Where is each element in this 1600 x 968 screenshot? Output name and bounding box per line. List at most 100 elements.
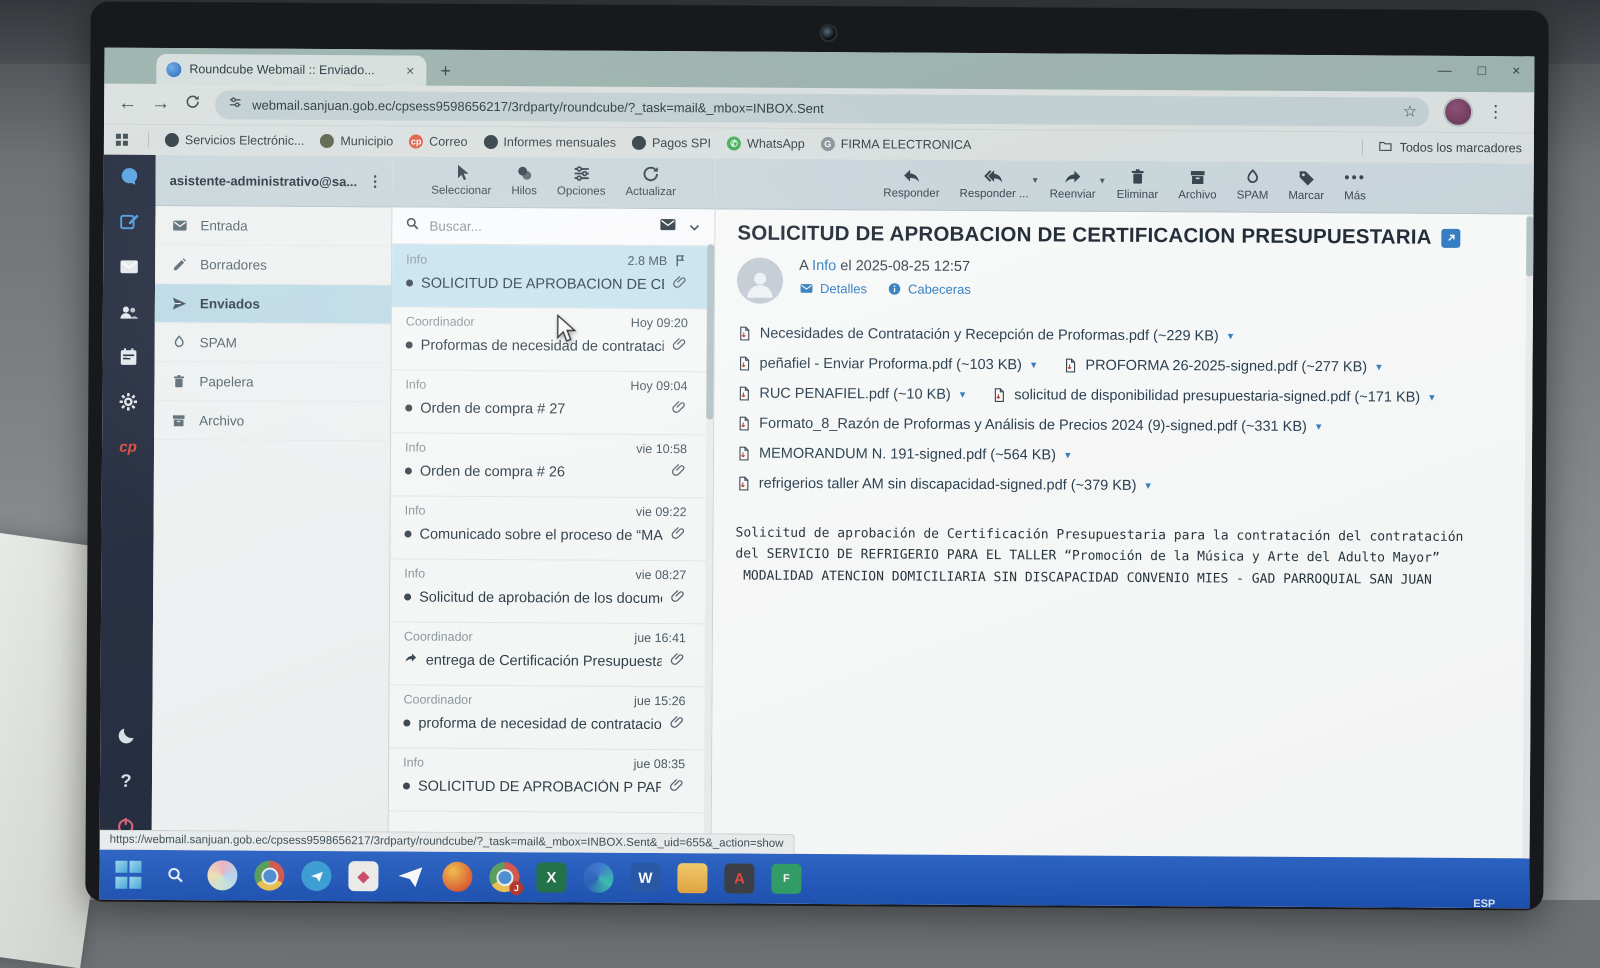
attachment-menu-icon[interactable]: ▾ (1145, 479, 1151, 492)
message-row[interactable]: InfoHoy 09:04Orden de compra # 27 (391, 370, 713, 435)
compose-envelope-icon[interactable] (658, 215, 677, 239)
taskbar-mail-app-icon[interactable] (395, 861, 425, 891)
message-row[interactable]: Info2.8 MBSOLICITUD DE APROBACION DE CER… (392, 244, 714, 309)
bookmark-item[interactable]: Municipio (320, 134, 393, 148)
message-link-detalles[interactable]: Detalles (799, 281, 867, 296)
cpanel-icon[interactable]: cp (116, 435, 140, 459)
taskbar-search-icon[interactable] (160, 860, 190, 890)
message-row[interactable]: Infovie 08:27Solicitud de aprobación de … (390, 559, 712, 624)
roundcube-logo-icon[interactable] (118, 165, 142, 189)
attachment-menu-icon[interactable]: ▾ (1065, 449, 1071, 462)
toolbar-button-reply[interactable]: Responder (873, 165, 949, 199)
account-header[interactable]: asistente-administrativo@sa... ⋮ (156, 155, 392, 207)
taskbar-explorer-icon[interactable] (677, 863, 707, 893)
attachment-item[interactable]: MEMORANDUM N. 191-signed.pdf (~564 KB)▾ (736, 445, 1071, 463)
all-bookmarks[interactable]: Todos los marcadores (1354, 138, 1522, 157)
caret-down-icon[interactable]: ▾ (1100, 176, 1105, 187)
attachment-item[interactable]: refrigerios taller AM sin discapacidad-s… (736, 475, 1151, 494)
search-input[interactable]: Buscar... (429, 218, 649, 234)
message-row[interactable]: Infojue 08:35SOLICITUD DE APROBACIÓN P P… (389, 748, 711, 813)
folder-item-borradores[interactable]: Borradores (155, 245, 391, 285)
folder-item-enviados[interactable]: Enviados (155, 284, 391, 324)
taskbar-word-icon[interactable]: W (630, 863, 660, 893)
taskbar-start-icon[interactable] (113, 860, 143, 890)
close-icon[interactable]: × (1512, 62, 1520, 78)
taskbar-acrobat-icon[interactable]: A (724, 863, 754, 893)
toolbar-button-cursor[interactable]: Seleccionar (421, 163, 501, 197)
recipient-link[interactable]: Info (812, 258, 836, 274)
toolbar-button-flame[interactable]: SPAM (1227, 167, 1279, 201)
folder-item-entrada[interactable]: Entrada (155, 206, 391, 246)
toolbar-button-sliders[interactable]: Opciones (547, 163, 616, 197)
folder-item-papelera[interactable]: Papelera (154, 362, 390, 402)
back-button[interactable]: ← (118, 93, 137, 115)
tab-close-icon[interactable]: × (404, 62, 416, 78)
reload-button[interactable] (184, 93, 201, 116)
open-external-icon[interactable] (1442, 228, 1461, 247)
attachment-item[interactable]: Formato_8_Razón de Proformas y Análisis … (736, 415, 1321, 435)
help-icon[interactable]: ? (114, 769, 138, 793)
bookmark-item[interactable]: GFIRMA ELECTRONICA (821, 137, 972, 152)
bookmark-item[interactable]: ✆WhatsApp (727, 136, 805, 150)
message-row[interactable]: Infovie 10:58Orden de compra # 26 (391, 433, 713, 498)
bookmark-item[interactable]: Informes mensuales (483, 135, 616, 150)
settings-icon[interactable] (116, 390, 140, 414)
site-settings-icon[interactable] (227, 94, 243, 115)
taskbar-telegram-icon[interactable] (301, 861, 331, 891)
compose-icon[interactable] (117, 210, 141, 234)
toolbar-button-tag[interactable]: Marcar (1278, 168, 1334, 202)
maximize-icon[interactable]: □ (1478, 62, 1487, 78)
attachment-item[interactable]: peñafiel - Enviar Proforma.pdf (~103 KB)… (737, 355, 1037, 373)
browser-tab[interactable]: Roundcube Webmail :: Enviado... × (156, 54, 426, 86)
bookmark-item[interactable]: cpCorreo (409, 135, 467, 149)
taskbar-copilot-icon[interactable] (207, 860, 237, 890)
taskbar-chrome-icon[interactable] (254, 861, 284, 891)
url-text[interactable]: webmail.sanjuan.gob.ec/cpsess9598656217/… (252, 97, 1394, 119)
attachment-item[interactable]: Necesidades de Contratación y Recepción … (737, 325, 1234, 344)
taskbar-excel-icon[interactable]: X (536, 862, 566, 892)
attachment-item[interactable]: RUC PENAFIEL.pdf (~10 KB)▾ (736, 385, 965, 402)
message-row[interactable]: CoordinadorHoy 09:20Proformas de necesid… (392, 307, 714, 372)
caret-down-icon[interactable]: ▾ (1033, 175, 1038, 186)
attachment-menu-icon[interactable]: ▾ (1429, 391, 1435, 404)
contacts-icon[interactable] (117, 300, 141, 324)
omnibox[interactable]: webmail.sanjuan.gob.ec/cpsess9598656217/… (215, 90, 1429, 126)
attachment-menu-icon[interactable]: ▾ (960, 388, 966, 401)
toolbar-button-archive[interactable]: Archivo (1168, 167, 1227, 201)
forward-button[interactable]: → (151, 93, 170, 115)
mail-icon[interactable] (117, 255, 141, 279)
message-row[interactable]: Coordinadorjue 15:26proforma de necesida… (389, 685, 711, 750)
attachment-menu-icon[interactable]: ▾ (1031, 358, 1037, 371)
bookmark-item[interactable]: Servicios Electrónic... (165, 133, 305, 148)
taskbar-chrome-profile-icon[interactable]: J (489, 862, 519, 892)
attachment-item[interactable]: PROFORMA 26-2025-signed.pdf (~277 KB)▾ (1062, 357, 1381, 375)
bookmark-star-icon[interactable]: ☆ (1403, 102, 1417, 122)
browser-menu-icon[interactable]: ⋮ (1487, 102, 1505, 122)
dark-mode-icon[interactable] (114, 724, 138, 748)
attachment-menu-icon[interactable]: ▾ (1376, 360, 1382, 373)
toolbar-button-forward[interactable]: Reenviar (1040, 166, 1106, 200)
folder-item-spam[interactable]: SPAM (155, 323, 391, 363)
attachment-item[interactable]: solicitud de disponibilidad presupuestar… (991, 387, 1434, 406)
attachment-menu-icon[interactable]: ▾ (1316, 420, 1322, 433)
taskbar-firefox-icon[interactable] (442, 862, 472, 892)
toolbar-button-reply-all[interactable]: Responder ... (950, 166, 1039, 201)
message-row[interactable]: Infovie 09:22Comunicado sobre el proceso… (390, 496, 712, 561)
message-link-cabeceras[interactable]: Cabeceras (887, 281, 971, 297)
account-menu-icon[interactable]: ⋮ (368, 172, 384, 190)
folder-item-archivo[interactable]: Archivo (154, 401, 390, 441)
taskbar-edge-icon[interactable] (583, 863, 613, 893)
browser-profile-avatar[interactable] (1443, 97, 1473, 127)
taskbar-photos-icon[interactable]: ◆ (348, 861, 378, 891)
toolbar-button-threads[interactable]: Hilos (501, 163, 547, 197)
toolbar-button-refresh[interactable]: Actualizar (615, 164, 686, 198)
message-row[interactable]: Coordinadorjue 16:41entrega de Certifica… (390, 622, 712, 687)
toolbar-button-dots[interactable]: •••Más (1334, 168, 1376, 202)
minimize-icon[interactable]: — (1438, 62, 1452, 78)
attachment-menu-icon[interactable]: ▾ (1228, 330, 1234, 343)
new-tab-button[interactable]: + (440, 61, 451, 82)
apps-grid-icon[interactable] (116, 134, 128, 146)
calendar-icon[interactable] (117, 345, 141, 369)
toolbar-button-trash[interactable]: Eliminar (1107, 167, 1169, 201)
taskbar-sheets-icon[interactable]: F (771, 864, 801, 894)
